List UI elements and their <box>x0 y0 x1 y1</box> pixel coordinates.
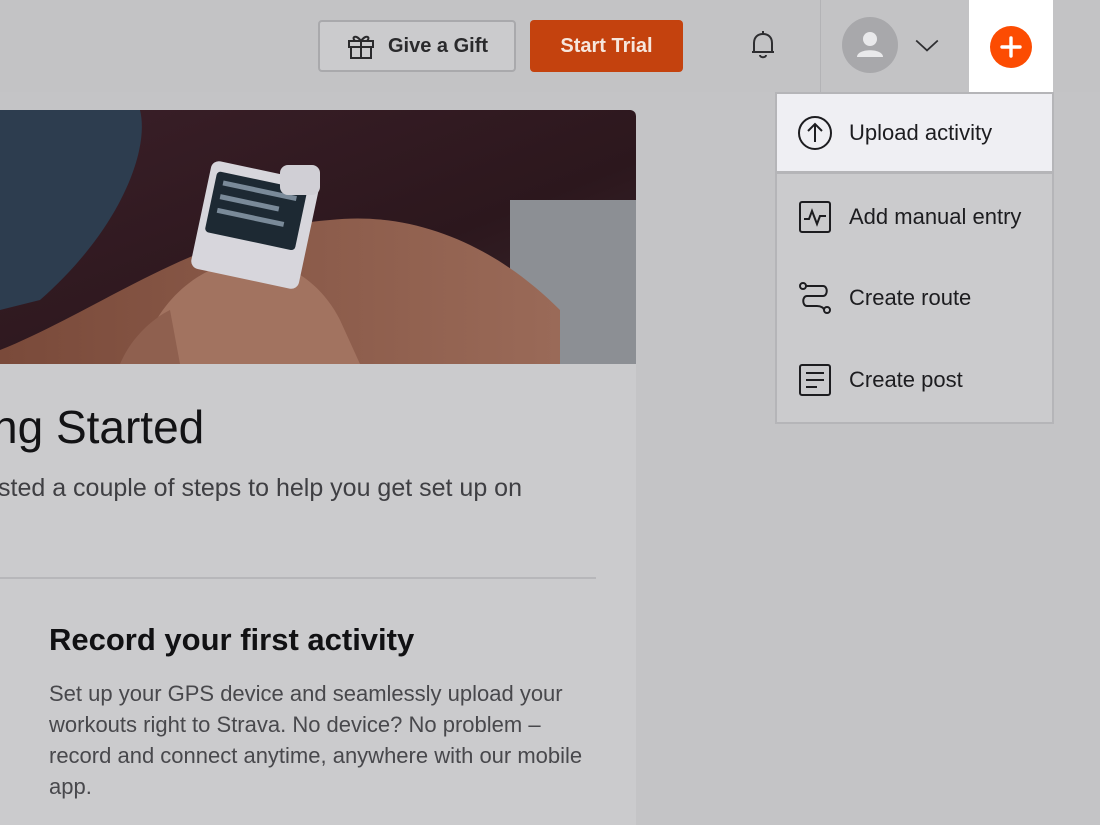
getting-started-card: ng Started sted a couple of steps to hel… <box>0 110 636 825</box>
user-avatar[interactable] <box>842 17 898 73</box>
upload-icon <box>798 115 832 150</box>
plus-icon <box>990 26 1032 68</box>
person-icon <box>857 32 883 57</box>
menu-item-label: Create route <box>849 285 972 310</box>
create-menu-toggle[interactable] <box>969 0 1053 94</box>
give-a-gift-button[interactable]: Give a Gift <box>318 20 516 72</box>
card-subtitle: sted a couple of steps to help you get s… <box>0 474 522 502</box>
header-divider <box>820 0 821 92</box>
menu-item-label: Create post <box>849 367 963 392</box>
post-icon <box>799 364 831 396</box>
menu-item-label: Add manual entry <box>849 204 1022 229</box>
chevron-down-icon[interactable] <box>910 30 944 60</box>
step-description: Set up your GPS device and seamlessly up… <box>49 681 583 799</box>
menu-item-upload-activity[interactable]: Upload activity <box>777 94 1052 174</box>
give-a-gift-label: Give a Gift <box>387 34 489 57</box>
menu-item-label: Upload activity <box>849 119 993 145</box>
card-divider <box>0 577 596 579</box>
menu-item-create-post[interactable]: Create post <box>777 340 1052 420</box>
create-dropdown-menu: Upload activity Add manual entry Create … <box>775 92 1054 424</box>
route-icon <box>799 282 831 314</box>
step-title: Record your first activity <box>49 622 415 657</box>
manual-entry-icon <box>799 201 831 233</box>
notifications-bell-icon[interactable] <box>742 24 784 66</box>
hero-image-watch <box>0 110 636 364</box>
start-trial-button[interactable]: Start Trial <box>530 20 683 72</box>
menu-item-add-manual-entry[interactable]: Add manual entry <box>777 177 1052 257</box>
gift-icon <box>347 35 374 59</box>
top-navigation-bar: Give a Gift Start Trial <box>0 0 1100 94</box>
menu-item-create-route[interactable]: Create route <box>777 258 1052 338</box>
card-title: ng Started <box>0 401 205 453</box>
start-trial-label: Start Trial <box>560 34 653 57</box>
